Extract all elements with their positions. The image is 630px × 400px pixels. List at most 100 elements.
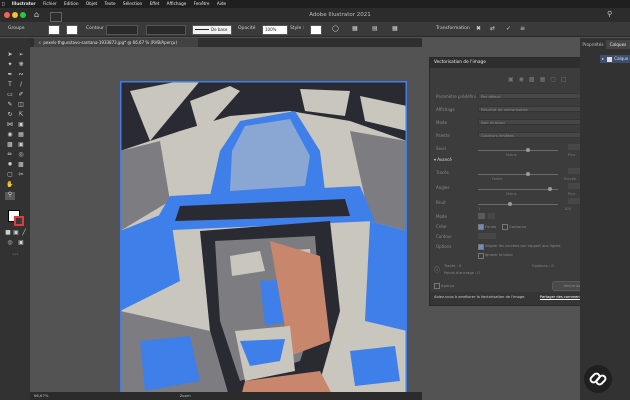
menu-effet[interactable]: Effet bbox=[150, 1, 160, 6]
mesh-tool-icon[interactable]: ▩ bbox=[6, 142, 14, 148]
paths-slider[interactable] bbox=[478, 174, 558, 175]
stroke-weight-input[interactable] bbox=[106, 25, 138, 35]
screen-mode-icon[interactable]: ▣ bbox=[17, 240, 25, 246]
symbol-sprayer-tool-icon[interactable]: ✹ bbox=[6, 162, 14, 168]
auto-color-preset-icon[interactable]: ▣ bbox=[508, 76, 519, 83]
palette-dropdown[interactable]: Couleurs limitées bbox=[478, 132, 582, 138]
stroke-swatch[interactable] bbox=[66, 25, 78, 35]
lasso-tool-icon[interactable]: ❋ bbox=[17, 62, 25, 68]
zoom-window-button[interactable] bbox=[20, 12, 26, 18]
magic-wand-tool-icon[interactable]: ✦ bbox=[6, 62, 14, 68]
rotate-tool-icon[interactable]: ↻ bbox=[6, 112, 14, 118]
transform-button[interactable]: Transformation bbox=[436, 22, 470, 36]
style-swatch[interactable] bbox=[310, 25, 322, 35]
fills-checkbox[interactable] bbox=[478, 224, 484, 230]
preset-dropdown[interactable]: Par défaut bbox=[478, 93, 582, 99]
corners-slider[interactable] bbox=[478, 189, 558, 190]
home-icon[interactable]: ⌂ bbox=[34, 10, 39, 19]
grid-icon[interactable]: ▦ bbox=[392, 22, 398, 36]
gradient-mode-icon[interactable]: ▣ bbox=[12, 230, 20, 236]
scale-tool-icon[interactable]: ⇱ bbox=[17, 112, 25, 118]
strokes-checkbox[interactable] bbox=[502, 224, 508, 230]
perspective-grid-tool-icon[interactable]: ▦ bbox=[17, 132, 25, 138]
eraser-tool-icon[interactable]: ◫ bbox=[17, 102, 25, 108]
layers-tab[interactable]: Calques bbox=[606, 40, 630, 49]
line-tool-icon[interactable]: ∕ bbox=[17, 82, 25, 88]
status-mode[interactable]: Zoom bbox=[180, 393, 191, 398]
workspace-icon[interactable] bbox=[50, 12, 62, 22]
low-color-preset-icon[interactable]: ▩ bbox=[529, 76, 540, 83]
stroke-color-swatch[interactable] bbox=[14, 216, 24, 226]
menu-objet[interactable]: Objet bbox=[86, 1, 97, 6]
artboard-tool-icon[interactable]: ▢ bbox=[6, 172, 14, 178]
slice-tool-icon[interactable]: ✂ bbox=[17, 172, 25, 178]
graph-tool-icon[interactable]: ▩ bbox=[17, 162, 25, 168]
threshold-slider[interactable] bbox=[478, 150, 558, 151]
zoom-tool-icon[interactable]: ⚲ bbox=[5, 192, 15, 200]
pencil-tool-icon[interactable]: ✎ bbox=[6, 102, 14, 108]
free-transform-tool-icon[interactable]: ▣ bbox=[17, 122, 25, 128]
hand-tool-icon[interactable]: ✋ bbox=[6, 182, 14, 188]
pen-tool-icon[interactable]: ✒ bbox=[6, 72, 14, 78]
preview-checkbox[interactable] bbox=[434, 283, 440, 289]
close-tab-icon[interactable]: × bbox=[38, 40, 41, 45]
grayscale-preset-icon[interactable]: ▦ bbox=[540, 76, 551, 83]
overlapping-method-icon[interactable] bbox=[488, 213, 495, 219]
selection-tool-icon[interactable]: ➤ bbox=[6, 52, 14, 58]
noise-slider-knob[interactable] bbox=[508, 202, 512, 206]
blend-tool-icon[interactable]: ◎ bbox=[17, 152, 25, 158]
menu-illustrator[interactable]: Illustrator bbox=[12, 1, 36, 6]
menu-fenetre[interactable]: Fenêtre bbox=[194, 1, 210, 6]
width-tool-icon[interactable]: ⋈ bbox=[6, 122, 14, 128]
fill-swatch[interactable] bbox=[48, 25, 60, 35]
none-mode-icon[interactable]: ╱ bbox=[20, 230, 28, 236]
draw-mode-icon[interactable]: ◎ bbox=[6, 240, 14, 246]
close-window-button[interactable] bbox=[4, 12, 10, 18]
stroke-width-input[interactable] bbox=[478, 233, 496, 239]
high-color-preset-icon[interactable]: ◉ bbox=[519, 76, 529, 83]
menu-selection[interactable]: Sélection bbox=[123, 1, 142, 6]
distribute-icon[interactable]: ▤ bbox=[372, 22, 378, 36]
recolor-icon[interactable]: ◯ bbox=[332, 22, 339, 36]
mask-icon[interactable]: ✓ bbox=[506, 22, 511, 36]
abutting-method-icon[interactable] bbox=[478, 213, 485, 219]
align-icon[interactable]: ▦ bbox=[352, 22, 358, 36]
mode-dropdown[interactable]: Noir et blanc bbox=[478, 119, 582, 125]
zoom-level[interactable]: 66,67% bbox=[34, 393, 48, 398]
search-icon[interactable]: ⚲ bbox=[607, 10, 612, 18]
rectangle-tool-icon[interactable]: ▭ bbox=[6, 92, 14, 98]
threshold-slider-knob[interactable] bbox=[526, 148, 530, 152]
panel-menu-icon[interactable]: ≡ bbox=[520, 22, 525, 36]
isolate-icon[interactable]: ✖ bbox=[476, 22, 481, 36]
menu-edition[interactable]: Edition bbox=[64, 1, 79, 6]
outline-preset-icon[interactable]: □ bbox=[561, 76, 572, 83]
paths-slider-knob[interactable] bbox=[526, 172, 530, 176]
menu-fichier[interactable]: Fichier bbox=[43, 1, 57, 6]
color-mode-icon[interactable]: ■ bbox=[4, 230, 12, 236]
direct-selection-tool-icon[interactable]: ➢ bbox=[17, 52, 25, 58]
paintbrush-tool-icon[interactable]: ✐ bbox=[17, 92, 25, 98]
layer-expand-icon[interactable]: ▸ bbox=[602, 56, 604, 61]
type-tool-icon[interactable]: T bbox=[6, 82, 14, 88]
view-dropdown[interactable]: Résultat de vectorisation bbox=[478, 106, 582, 112]
shape-builder-tool-icon[interactable]: ◉ bbox=[6, 132, 14, 138]
black-white-preset-icon[interactable]: ▢ bbox=[550, 76, 561, 83]
advanced-toggle[interactable]: ▾ Avancé bbox=[434, 157, 452, 162]
ignore-white-checkbox[interactable] bbox=[478, 253, 484, 259]
brush-dropdown[interactable]: De base bbox=[192, 25, 232, 35]
eyedropper-tool-icon[interactable]: ✏ bbox=[6, 152, 14, 158]
minimize-window-button[interactable] bbox=[12, 12, 18, 18]
gradient-tool-icon[interactable]: ▣ bbox=[17, 142, 25, 148]
traced-image-artboard[interactable] bbox=[120, 81, 407, 400]
menu-texte[interactable]: Texte bbox=[105, 1, 116, 6]
variable-width-dropdown[interactable] bbox=[146, 25, 186, 35]
more-tools-icon[interactable]: ⋯ bbox=[11, 252, 19, 258]
menu-aide[interactable]: Aide bbox=[217, 1, 226, 6]
flip-icon[interactable]: ⇄ bbox=[490, 22, 495, 36]
layer-row[interactable]: ▸ Calque bbox=[600, 55, 630, 63]
opacity-input[interactable]: 100% bbox=[262, 25, 288, 35]
corners-slider-knob[interactable] bbox=[548, 187, 552, 191]
properties-tab[interactable]: Propriétés bbox=[580, 40, 606, 49]
snap-curves-checkbox[interactable] bbox=[478, 244, 484, 250]
menu-affichage[interactable]: Affichage bbox=[167, 1, 187, 6]
